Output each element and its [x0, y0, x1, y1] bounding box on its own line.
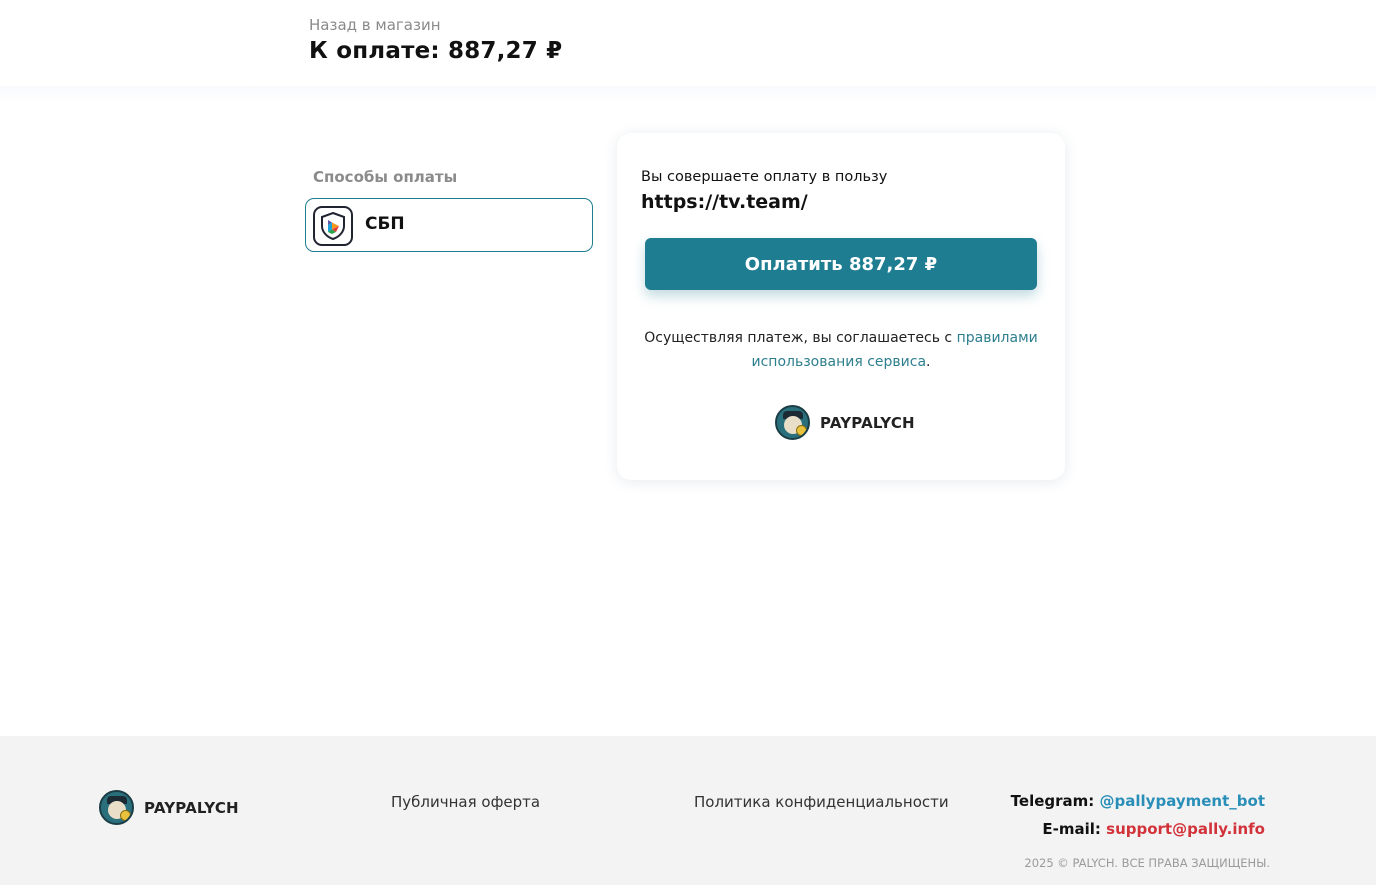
- footer-brand[interactable]: PAYPALYCH: [99, 790, 239, 825]
- privacy-policy-link[interactable]: Политика конфиденциальности: [694, 793, 949, 811]
- telegram-contact: Telegram: @pallypayment_bot: [1011, 792, 1265, 810]
- email-link[interactable]: support@pally.info: [1106, 820, 1265, 838]
- payment-method-sbp[interactable]: СБП: [305, 198, 593, 252]
- payee-url: https://tv.team/: [641, 191, 808, 213]
- public-offer-link[interactable]: Публичная оферта: [391, 793, 540, 811]
- copyright: 2025 © PALYCH. ВСЕ ПРАВА ЗАЩИЩЕНЫ.: [1024, 856, 1270, 870]
- sbp-icon: [313, 206, 353, 246]
- paypalych-logo-icon: [775, 405, 810, 440]
- footer-brand-name: PAYPALYCH: [144, 798, 239, 817]
- page-footer: PAYPALYCH Публичная оферта Политика конф…: [0, 736, 1376, 885]
- terms-text: Осуществляя платеж, вы соглашаетесь с: [644, 330, 957, 346]
- payment-method-label: СБП: [365, 214, 405, 234]
- pay-button[interactable]: Оплатить 887,27 ₽: [645, 238, 1037, 290]
- payment-methods-title: Способы оплаты: [313, 168, 458, 186]
- page-header: Назад в магазин К оплате: 887,27 ₽: [0, 0, 1376, 86]
- email-label: E-mail:: [1042, 820, 1101, 838]
- payment-card: Вы совершаете оплату в пользу https://tv…: [617, 133, 1065, 480]
- back-to-store-link[interactable]: Назад в магазин: [309, 16, 441, 34]
- header-divider: [0, 86, 1376, 102]
- payee-caption: Вы совершаете оплату в пользу: [641, 169, 888, 185]
- telegram-label: Telegram:: [1010, 792, 1095, 810]
- paypalych-logo-icon: [99, 790, 134, 825]
- email-contact: E-mail: support@pally.info: [1042, 820, 1265, 838]
- terms-notice: Осуществляя платеж, вы соглашаетесь с пр…: [641, 326, 1041, 374]
- card-brand: PAYPALYCH: [775, 405, 915, 440]
- telegram-link[interactable]: @pallypayment_bot: [1100, 792, 1265, 810]
- amount-due-title: К оплате: 887,27 ₽: [309, 38, 563, 64]
- terms-end: .: [926, 354, 931, 370]
- card-brand-name: PAYPALYCH: [820, 413, 915, 432]
